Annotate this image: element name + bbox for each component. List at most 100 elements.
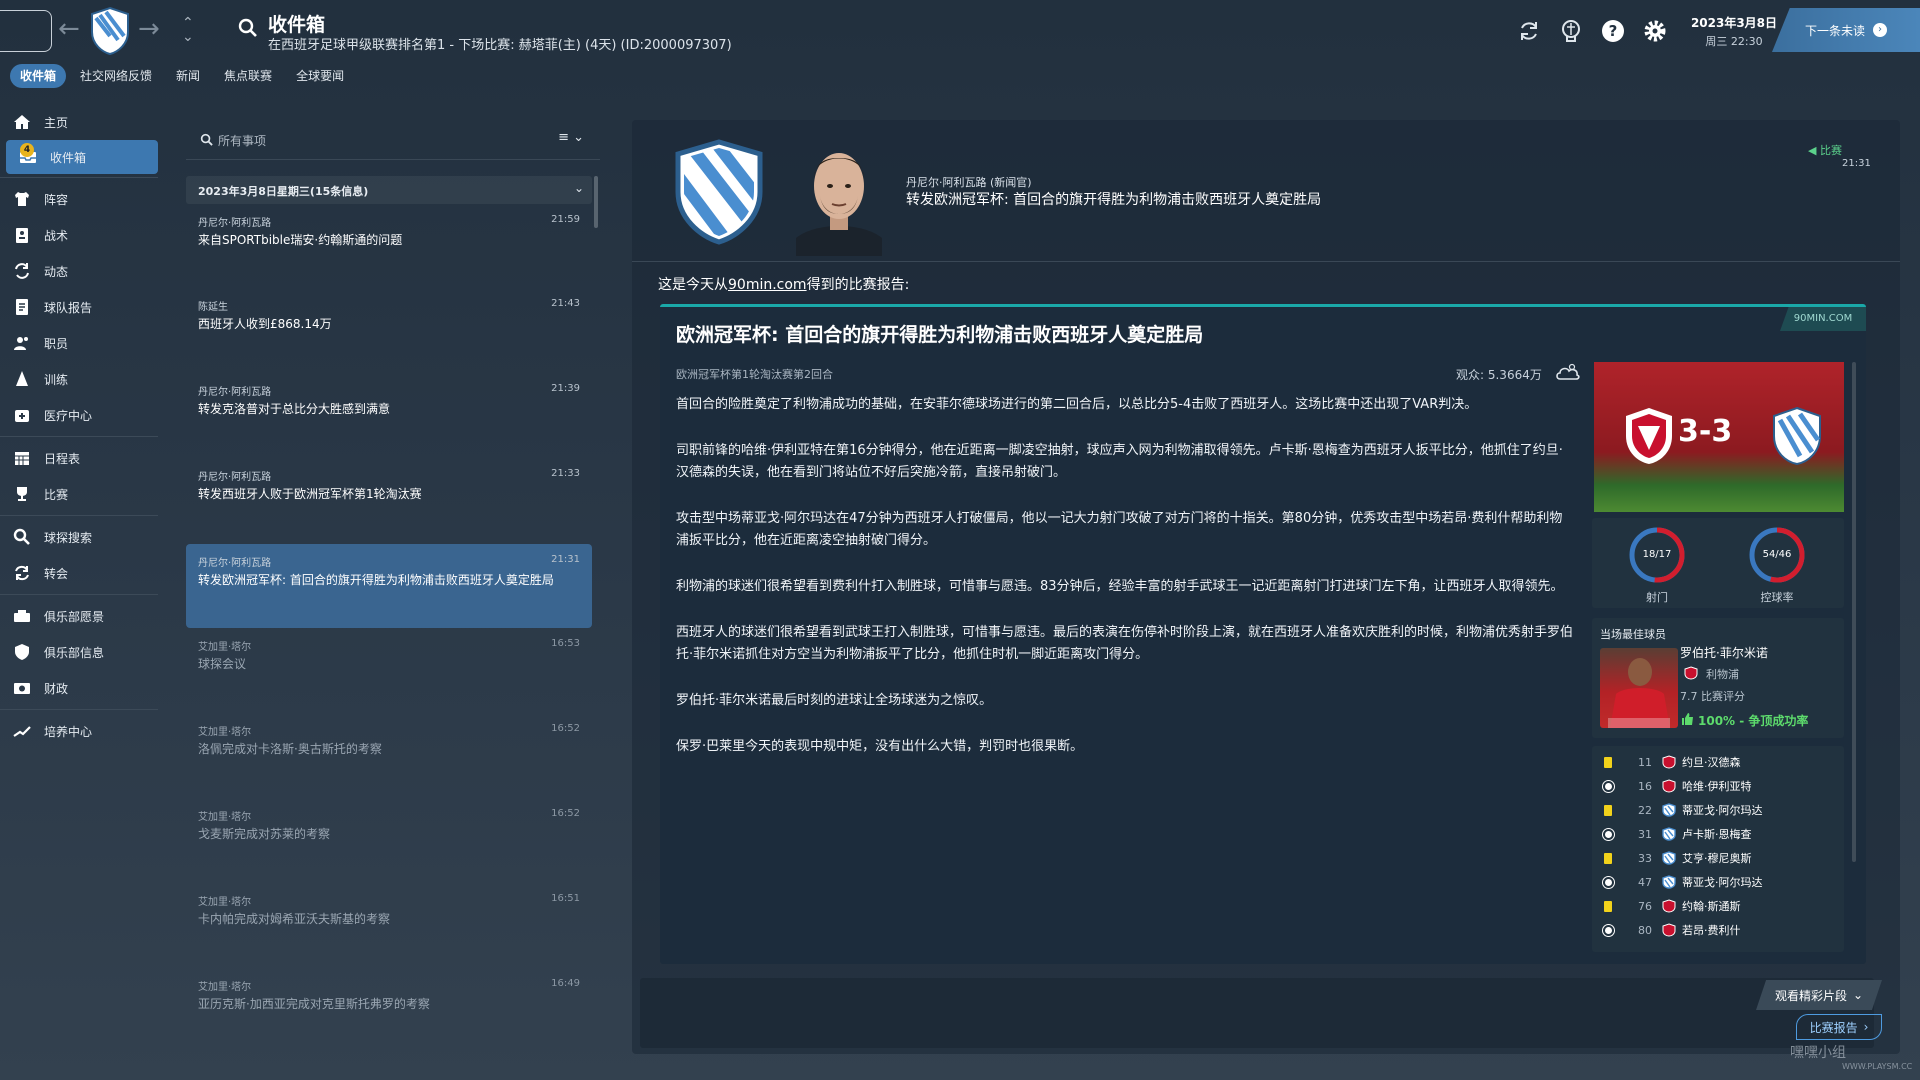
tab-news[interactable]: 新闻	[166, 64, 210, 88]
inbox-message[interactable]: 丹尼尔·阿利瓦路 21:39 转发克洛普对于总比分大胜感到满意	[186, 373, 592, 457]
match-event-row[interactable]: 47 蒂亚戈·阿尔玛达	[1600, 872, 1763, 892]
inbox-message[interactable]: 艾加里·塔尔 16:51 卡内帕完成对姆希亚沃夫斯基的考察	[186, 883, 592, 967]
sidebar-item-label: 比赛	[44, 487, 69, 502]
sidebar-item-training[interactable]: 训练	[0, 361, 160, 397]
trophy-icon	[17, 487, 27, 501]
sidebar-item-team-report[interactable]: 球队报告	[0, 289, 160, 325]
home-icon	[14, 115, 30, 129]
watch-highlights-button[interactable]: 观看精彩片段 ⌄	[1756, 980, 1882, 1010]
sidebar-item-finances[interactable]: 财政	[0, 670, 160, 706]
message-author[interactable]: 丹尼尔·阿利瓦路 (新闻官)	[906, 174, 1032, 190]
match-event-row[interactable]: 33 艾亨·穆尼奥斯	[1600, 848, 1752, 868]
chevron-down-icon: ⌄	[1852, 988, 1864, 1002]
source-link[interactable]: 90min.com	[728, 277, 807, 293]
sidebar-item-label: 转会	[44, 566, 69, 581]
search-icon[interactable]	[238, 18, 258, 38]
event-player[interactable]: 哈维·伊利亚特	[1682, 778, 1752, 794]
sidebar-item-transfers[interactable]: 转会	[0, 555, 160, 591]
article-scrollbar[interactable]	[1852, 362, 1856, 862]
tab-focus-leagues[interactable]: 焦点联赛	[214, 64, 282, 88]
club-crest-icon[interactable]	[88, 6, 132, 56]
event-player[interactable]: 约旦·汉德森	[1682, 754, 1741, 770]
message-sender: 丹尼尔·阿利瓦路	[198, 472, 272, 483]
inbox-message[interactable]: 艾加里·塔尔 16:49 亚历克斯·加西亚完成对克里斯托弗罗的考察	[186, 968, 592, 1052]
match-event-row[interactable]: 16 哈维·伊利亚特	[1600, 776, 1752, 796]
sidebar-item-development[interactable]: 培养中心	[0, 713, 160, 749]
sidebar-item-staff[interactable]: 职员	[0, 325, 160, 361]
search-input[interactable]: 所有事项	[218, 132, 266, 149]
sidebar-item-schedule[interactable]: 日程表	[0, 440, 160, 476]
sidebar-item-label: 训练	[44, 372, 69, 387]
sidebar-item-scouting[interactable]: 球探搜索	[0, 519, 160, 555]
page-subtitle[interactable]: 在西班牙足球甲级联赛排名第1 - 下场比赛: 赫塔菲(主) (4天) (ID:2…	[268, 34, 732, 53]
back-arrow-icon[interactable]: ←	[58, 14, 80, 44]
sidebar-item-home[interactable]: 主页	[0, 104, 160, 140]
tab-inbox[interactable]: 收件箱	[10, 64, 67, 88]
event-player[interactable]: 若昂·费利什	[1682, 922, 1741, 938]
inbox-search-bar[interactable]: 所有事项 ≡ ⌄	[186, 120, 600, 160]
espanyol-crest-icon	[675, 139, 763, 245]
sidebar-item-dynamics[interactable]: 动态	[0, 253, 160, 289]
inbox-message-selected[interactable]: 丹尼尔·阿利瓦路 21:31 转发欧洲冠军杯: 首回合的旗开得胜为利物浦击败西班…	[186, 544, 592, 628]
inbox-message[interactable]: 丹尼尔·阿利瓦路 21:59 来自SPORTbible瑞安·约翰斯通的问题	[186, 204, 592, 288]
game-date[interactable]: 2023年3月8日 周三 22:30	[1684, 14, 1784, 49]
match-report-button[interactable]: 比赛报告 ›	[1796, 1014, 1882, 1040]
sidebar-item-squad[interactable]: 阵容	[0, 181, 160, 217]
message-time: 16:53	[551, 638, 580, 649]
refresh-icon[interactable]	[1516, 18, 1542, 44]
match-event-row[interactable]: 80 若昂·费利什	[1600, 920, 1741, 940]
player-of-match-team[interactable]: 利物浦	[1706, 666, 1739, 682]
event-player[interactable]: 艾亨·穆尼奥斯	[1682, 850, 1752, 866]
player-of-match-name[interactable]: 罗伯托·菲尔米诺	[1680, 644, 1768, 661]
event-minute: 47	[1638, 875, 1652, 889]
inbox-message[interactable]: 艾加里·塔尔 16:52 洛佩完成对卡洛斯·奥古斯托的考察	[186, 713, 592, 797]
sidebar-item-medical[interactable]: 医疗中心	[0, 397, 160, 433]
sidebar-item-tactics[interactable]: 战术	[0, 217, 160, 253]
menu-button[interactable]	[0, 10, 52, 52]
up-down-icon[interactable]: ⌃ ⌄	[182, 16, 194, 44]
sidebar-item-label: 动态	[44, 264, 69, 279]
date-text: 2023年3月8日	[1690, 16, 1778, 30]
inbox-date-group[interactable]: 2023年3月8日星期三(15条信息) ⌄	[186, 176, 592, 204]
message-subject: 球探会议	[198, 657, 247, 671]
tab-social-feedback[interactable]: 社交网络反馈	[70, 64, 162, 88]
message-sender: 艾加里·塔尔	[198, 812, 252, 823]
event-player[interactable]: 约翰·斯通斯	[1682, 898, 1741, 914]
inbox-message[interactable]: 艾加里·塔尔 16:53 球探会议	[186, 628, 592, 712]
event-player[interactable]: 卢卡斯·恩梅查	[1682, 826, 1752, 842]
inbox-message[interactable]: 艾加里·塔尔 16:52 戈麦斯完成对苏莱的考察	[186, 798, 592, 882]
brain-icon[interactable]	[1558, 18, 1584, 44]
inbox-message[interactable]: 丹尼尔·阿利瓦路 21:33 转发西班牙人败于欧洲冠军杯第1轮淘汰赛	[186, 458, 592, 542]
next-unread-button[interactable]: 下一条未读 ›	[1772, 8, 1920, 52]
help-icon[interactable]: ?	[1600, 18, 1626, 44]
tab-global-news[interactable]: 全球要闻	[286, 64, 354, 88]
event-player[interactable]: 蒂亚戈·阿尔玛达	[1682, 802, 1763, 818]
match-event-row[interactable]: 31 卢卡斯·恩梅查	[1600, 824, 1752, 844]
site-watermark-url: WWW.PLAYSM.CC	[1842, 1062, 1913, 1071]
inbox-scrollbar[interactable]	[594, 176, 598, 228]
article-subtitle[interactable]: 欧洲冠军杯第1轮淘汰赛第2回合	[676, 366, 833, 382]
shots-label: 射门	[1646, 591, 1668, 604]
match-event-row[interactable]: 22 蒂亚戈·阿尔玛达	[1600, 800, 1763, 820]
match-stats-card[interactable]: 18/17 射门 54/46 控球率	[1592, 518, 1844, 608]
forward-arrow-icon[interactable]: →	[138, 14, 160, 44]
vision-icon	[14, 610, 30, 622]
svg-text:?: ?	[1609, 22, 1618, 40]
sidebar-item-competitions[interactable]: 比赛	[0, 476, 160, 512]
message-subject: 卡内帕完成对姆希亚沃夫斯基的考察	[198, 912, 391, 926]
filter-menu-button[interactable]: ≡ ⌄	[558, 130, 584, 145]
sidebar-item-club-vision[interactable]: 俱乐部愿景	[0, 598, 160, 634]
player-photo	[1600, 648, 1678, 728]
sidebar-item-club-info[interactable]: 俱乐部信息	[0, 634, 160, 670]
tag-icon: ◀	[1808, 144, 1817, 157]
match-event-row[interactable]: 11 约旦·汉德森	[1600, 752, 1741, 772]
gear-icon[interactable]	[1642, 18, 1668, 44]
message-sender: 艾加里·塔尔	[198, 897, 252, 908]
sidebar-item-inbox[interactable]: 4 收件箱	[6, 140, 158, 174]
intro-suffix: 得到的比赛报告:	[806, 277, 910, 293]
sidebar-item-label: 球探搜索	[44, 530, 93, 545]
event-player[interactable]: 蒂亚戈·阿尔玛达	[1682, 874, 1763, 890]
report-icon	[16, 299, 28, 315]
inbox-message[interactable]: 陈延生 21:43 西班牙人收到£868.14万	[186, 288, 592, 372]
match-event-row[interactable]: 76 约翰·斯通斯	[1600, 896, 1741, 916]
